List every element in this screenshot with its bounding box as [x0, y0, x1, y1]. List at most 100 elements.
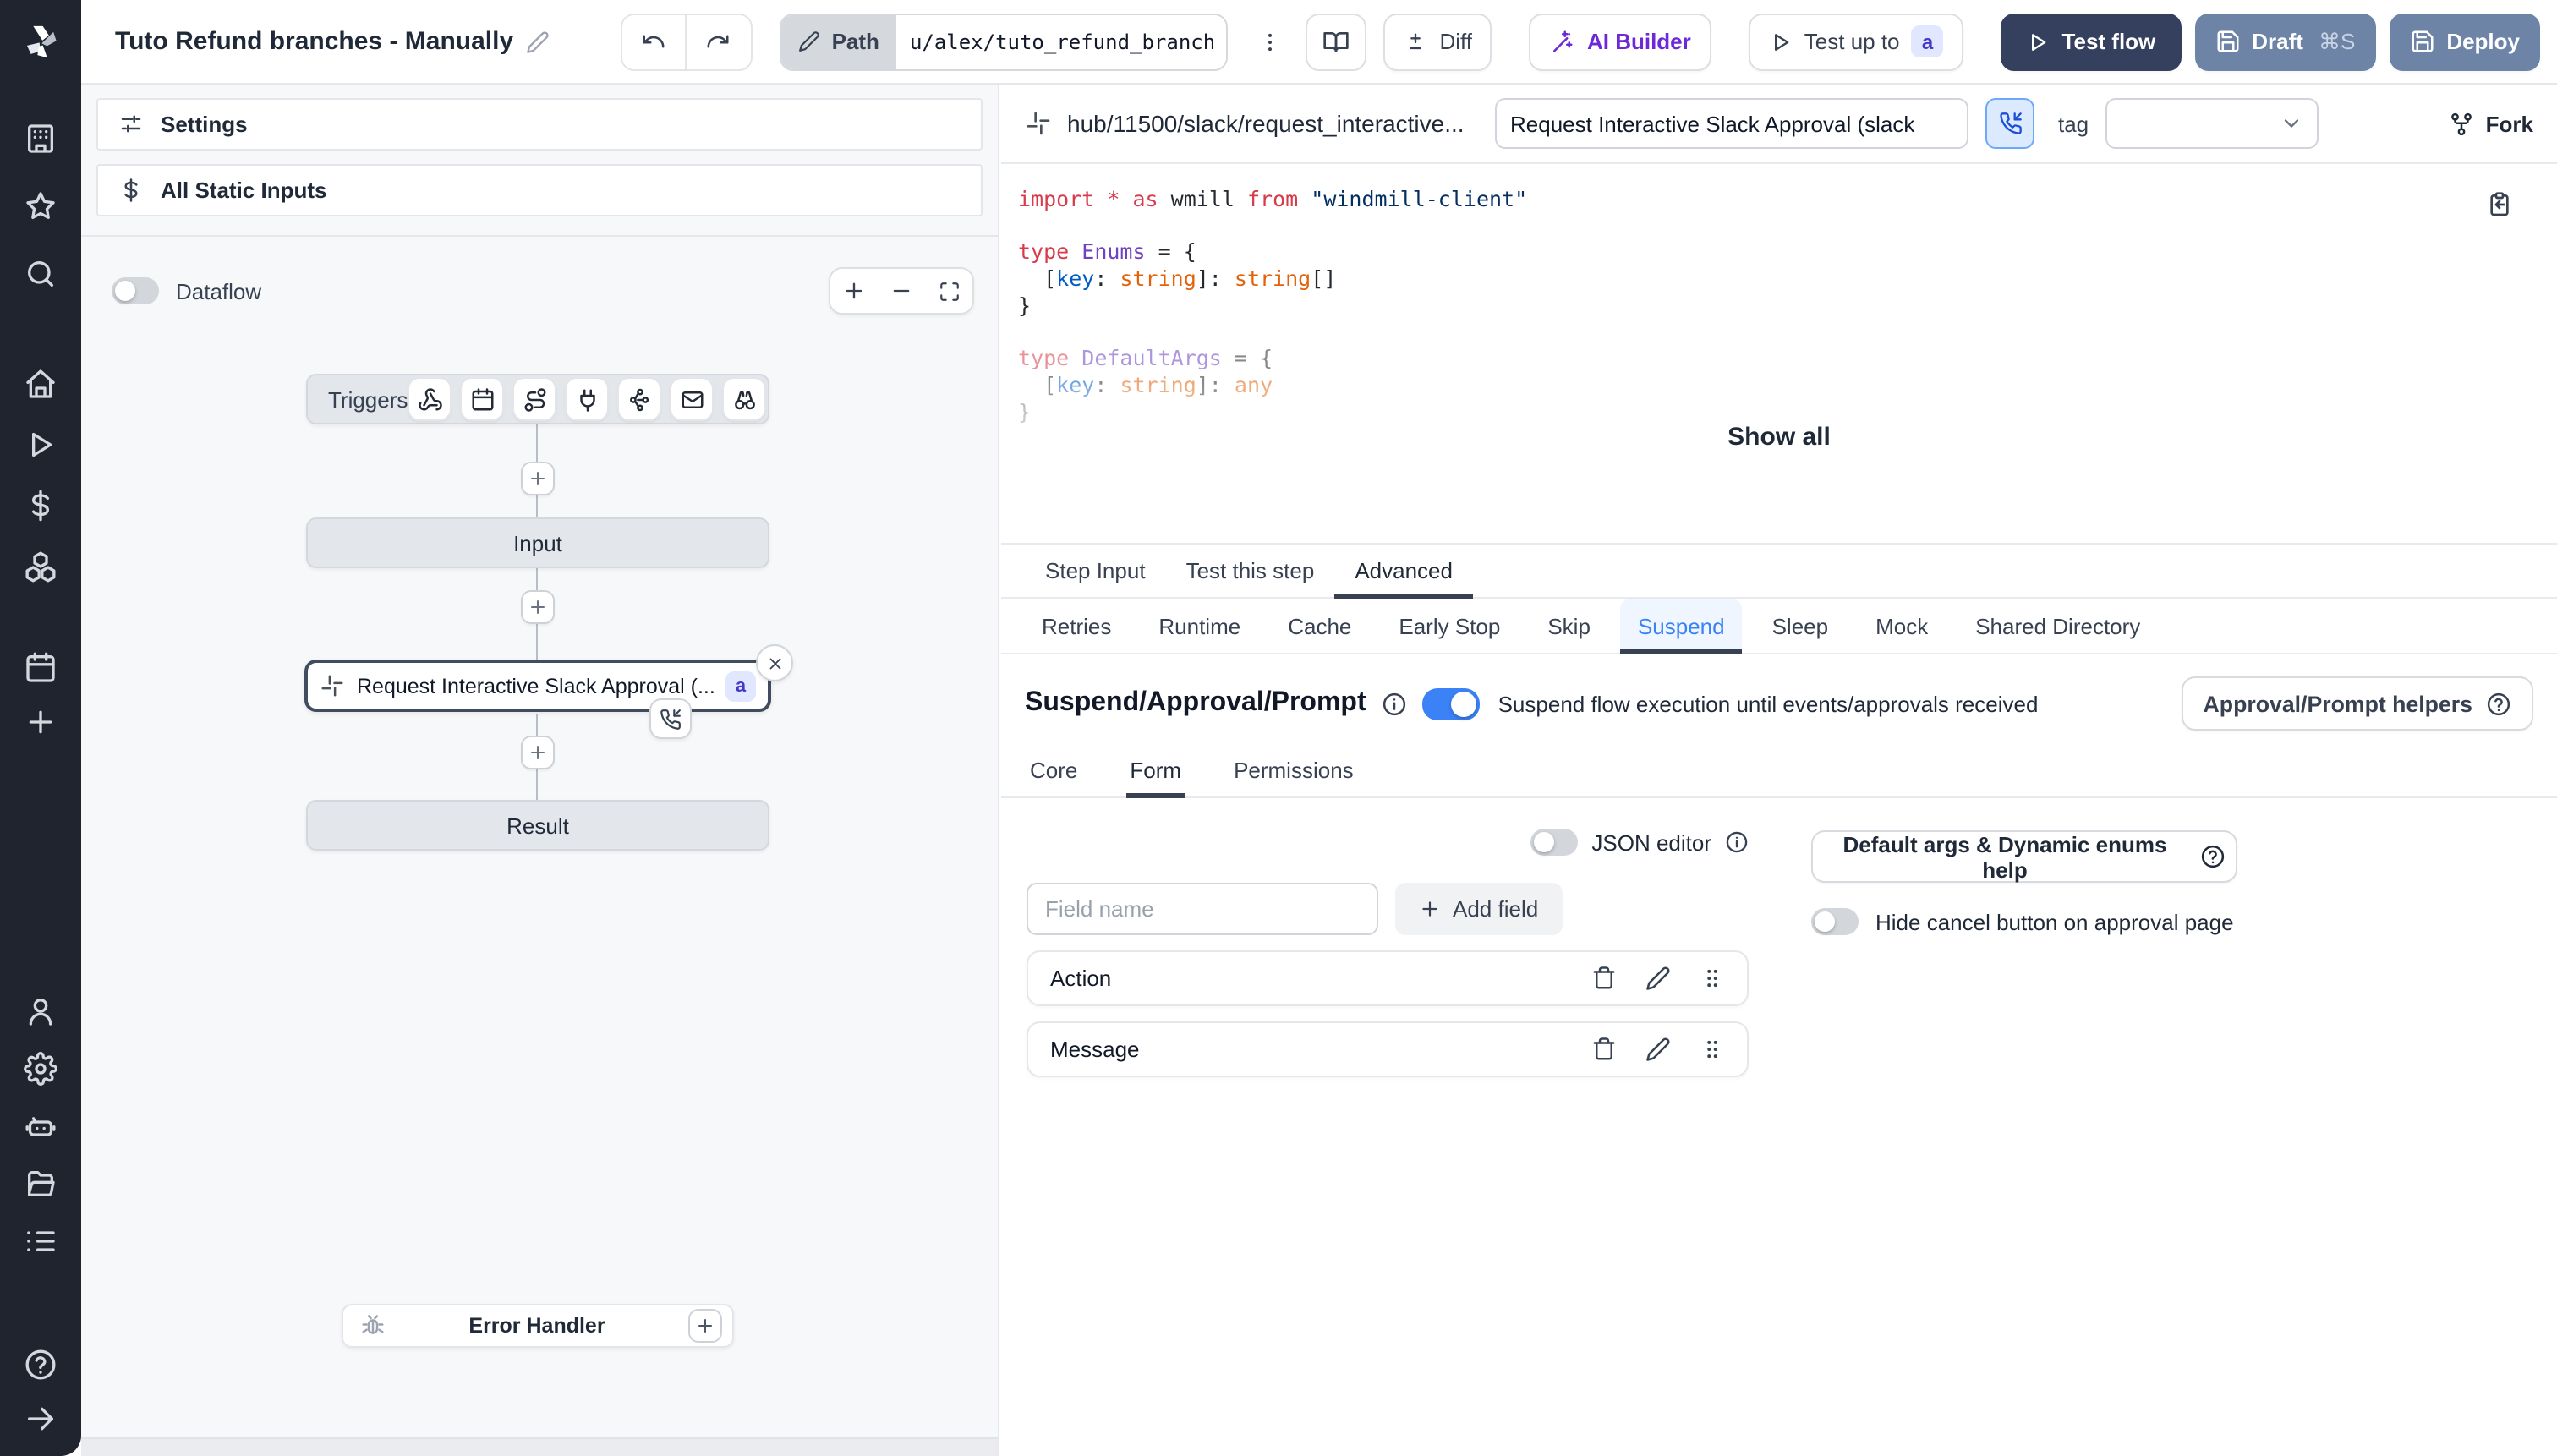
tab-runtime[interactable]: Runtime: [1142, 599, 1257, 654]
copy-code-button[interactable]: [2476, 189, 2523, 220]
edit-title-icon[interactable]: [525, 30, 549, 53]
path-input[interactable]: [895, 14, 1226, 68]
approval-step-node[interactable]: Request Interactive Slack Approval (... …: [304, 660, 771, 712]
tag-select[interactable]: [2105, 98, 2319, 149]
hub-script-path[interactable]: hub/11500/slack/request_interactive...: [1025, 110, 1478, 137]
trigger-plug-icon[interactable]: [565, 377, 610, 421]
suspend-enable-toggle[interactable]: [1421, 687, 1480, 720]
sidebar-item-create[interactable]: [24, 705, 57, 739]
trigger-webhook-icon[interactable]: [408, 377, 452, 421]
docs-button[interactable]: [1305, 13, 1367, 70]
flow-panel-header: Settings All Static Inputs: [81, 85, 998, 237]
zoom-in-button[interactable]: [835, 272, 873, 309]
trigger-kafka-icon[interactable]: [617, 377, 662, 421]
sidebar-item-favorites[interactable]: [24, 189, 57, 223]
edit-field-button[interactable]: [1645, 1037, 1671, 1062]
insert-step-button[interactable]: [521, 736, 555, 769]
tab-cache[interactable]: Cache: [1271, 599, 1368, 654]
trigger-mail-icon[interactable]: [670, 377, 715, 421]
add-field-button[interactable]: Add field: [1395, 883, 1563, 935]
hide-cancel-label: Hide cancel button on approval page: [1875, 909, 2234, 934]
sidebar-item-ai[interactable]: [24, 1109, 57, 1143]
code-editor[interactable]: import * as wmill from "windmill-client"…: [1001, 166, 2557, 504]
insert-step-button[interactable]: [521, 590, 555, 624]
redo-button[interactable]: [686, 14, 750, 68]
sidebar-item-resources[interactable]: [24, 550, 57, 583]
tab-mock[interactable]: Mock: [1859, 599, 1945, 654]
trigger-route-icon[interactable]: [512, 377, 557, 421]
sidebar-item-variables[interactable]: [24, 489, 57, 523]
sidebar-item-user[interactable]: [24, 994, 57, 1028]
test-up-to-button[interactable]: Test up to a: [1748, 13, 1964, 70]
tab-advanced[interactable]: Advanced: [1334, 545, 1473, 599]
zoom-out-button[interactable]: [883, 272, 920, 309]
sidebar-item-workspace[interactable]: [24, 122, 57, 156]
sidebar-item-home[interactable]: [24, 367, 57, 401]
tab-early-stop[interactable]: Early Stop: [1382, 599, 1517, 654]
input-node[interactable]: Input: [306, 517, 769, 568]
tab-step-input[interactable]: Step Input: [1025, 545, 1166, 599]
trigger-calendar-icon[interactable]: [460, 377, 505, 421]
tab-core[interactable]: Core: [1027, 747, 1081, 798]
sidebar-item-folders[interactable]: [24, 1167, 57, 1201]
tab-skip[interactable]: Skip: [1530, 599, 1607, 654]
static-inputs-button[interactable]: All Static Inputs: [96, 164, 983, 216]
code-line: [key: string]: any: [1018, 371, 1273, 397]
draft-label: Draft: [2252, 29, 2303, 54]
info-icon: [1725, 830, 1749, 854]
sidebar-item-schedules[interactable]: [24, 651, 57, 685]
sidebar-item-search[interactable]: [24, 257, 57, 291]
tab-shared-directory[interactable]: Shared Directory: [1958, 599, 2157, 654]
path-editor: Path: [779, 13, 1228, 70]
fit-view-button[interactable]: [930, 272, 967, 309]
tab-form[interactable]: Form: [1126, 747, 1185, 798]
windmill-logo-icon[interactable]: [0, 0, 81, 85]
sidebar-bottom-group: [24, 1348, 57, 1436]
error-handler-node[interactable]: Error Handler: [342, 1304, 734, 1348]
tab-sleep[interactable]: Sleep: [1755, 599, 1846, 654]
sidebar-item-collapse[interactable]: [24, 1402, 57, 1436]
drag-field-handle[interactable]: [1700, 1037, 1725, 1062]
edit-field-button[interactable]: [1645, 966, 1671, 991]
add-error-handler-button[interactable]: [688, 1309, 722, 1343]
draft-button[interactable]: Draft ⌘S: [2194, 13, 2376, 70]
step-summary-input[interactable]: [1495, 98, 1968, 149]
sidebar-item-runs[interactable]: [24, 428, 57, 462]
sidebar-item-help[interactable]: [24, 1348, 57, 1382]
triggers-node[interactable]: Triggers: [306, 374, 769, 424]
fork-button[interactable]: Fork: [2449, 111, 2533, 136]
path-chip[interactable]: Path: [780, 14, 896, 68]
tab-test-this-step[interactable]: Test this step: [1166, 545, 1335, 599]
result-node[interactable]: Result: [306, 800, 769, 851]
suspend-phone-button[interactable]: [1985, 98, 2034, 149]
json-editor-toggle[interactable]: [1530, 829, 1579, 856]
tab-permissions[interactable]: Permissions: [1230, 747, 1357, 798]
drag-field-handle[interactable]: [1700, 966, 1725, 991]
show-all-button[interactable]: Show all: [1001, 423, 2557, 452]
canvas-bottom-strip: [81, 1437, 998, 1456]
dataflow-toggle[interactable]: [112, 277, 159, 304]
delete-field-button[interactable]: [1591, 1037, 1617, 1062]
flow-canvas[interactable]: Dataflow Triggers Input Request Interact…: [81, 237, 998, 1456]
error-handler-label: Error Handler: [468, 1314, 605, 1338]
insert-step-button[interactable]: [521, 462, 555, 495]
test-flow-button[interactable]: Test flow: [2001, 13, 2182, 70]
delete-field-button[interactable]: [1591, 966, 1617, 991]
field-name-input[interactable]: [1027, 883, 1378, 935]
deploy-button[interactable]: Deploy: [2389, 13, 2540, 70]
trigger-binoculars-icon[interactable]: [722, 377, 767, 421]
more-menu-button[interactable]: [1248, 13, 1292, 70]
undo-button[interactable]: [621, 14, 687, 68]
delete-step-button[interactable]: [756, 644, 793, 681]
sidebar-item-workers[interactable]: [24, 1224, 57, 1258]
tab-suspend[interactable]: Suspend: [1620, 599, 1742, 654]
hide-cancel-toggle[interactable]: [1811, 908, 1859, 935]
sidebar-item-settings[interactable]: [24, 1052, 57, 1086]
default-args-help-button[interactable]: Default args & Dynamic enums help: [1811, 830, 2237, 883]
step-panel: hub/11500/slack/request_interactive... t…: [1001, 85, 2557, 1456]
tab-retries[interactable]: Retries: [1025, 599, 1128, 654]
flow-settings-button[interactable]: Settings: [96, 98, 983, 151]
approval-helpers-button[interactable]: Approval/Prompt helpers: [2181, 676, 2533, 731]
ai-builder-button[interactable]: AI Builder: [1529, 13, 1711, 70]
diff-button[interactable]: Diff: [1383, 13, 1492, 70]
